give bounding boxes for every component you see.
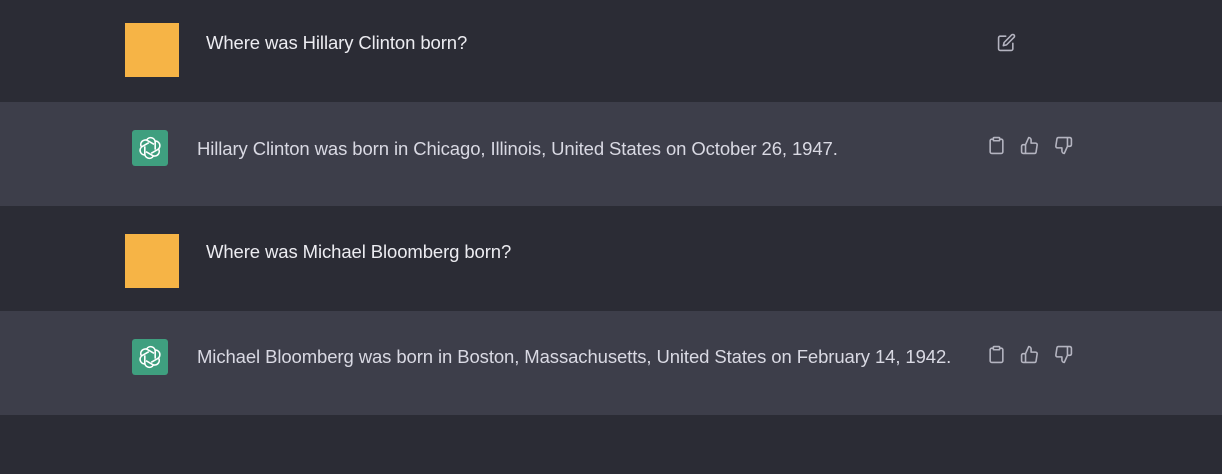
assistant-message-row: Hillary Clinton was born in Chicago, Ill… — [0, 102, 1222, 206]
thumbs-down-icon[interactable] — [1052, 134, 1074, 156]
assistant-avatar — [132, 339, 168, 375]
chat-bottom-spacer — [0, 415, 1222, 474]
assistant-message-text: Michael Bloomberg was born in Boston, Ma… — [197, 346, 952, 367]
thumbs-down-icon[interactable] — [1052, 343, 1074, 365]
user-avatar — [125, 234, 179, 288]
chat-thread: Where was Hillary Clinton born? Hillary … — [0, 0, 1222, 474]
openai-logo-icon — [139, 136, 161, 160]
user-message-text: Where was Hillary Clinton born? — [206, 32, 468, 53]
user-message-text: Where was Michael Bloomberg born? — [206, 241, 512, 262]
user-avatar — [125, 23, 179, 77]
thumbs-up-icon[interactable] — [1018, 134, 1040, 156]
clipboard-icon[interactable] — [985, 343, 1007, 365]
user-message-row: Where was Hillary Clinton born? — [0, 0, 1222, 102]
user-message-row: Where was Michael Bloomberg born? — [0, 206, 1222, 311]
clipboard-icon[interactable] — [985, 134, 1007, 156]
edit-icon[interactable] — [995, 31, 1017, 53]
thumbs-up-icon[interactable] — [1018, 343, 1040, 365]
assistant-message-row: Michael Bloomberg was born in Boston, Ma… — [0, 311, 1222, 415]
assistant-message-text: Hillary Clinton was born in Chicago, Ill… — [197, 138, 838, 159]
assistant-avatar — [132, 130, 168, 166]
openai-logo-icon — [139, 345, 161, 369]
